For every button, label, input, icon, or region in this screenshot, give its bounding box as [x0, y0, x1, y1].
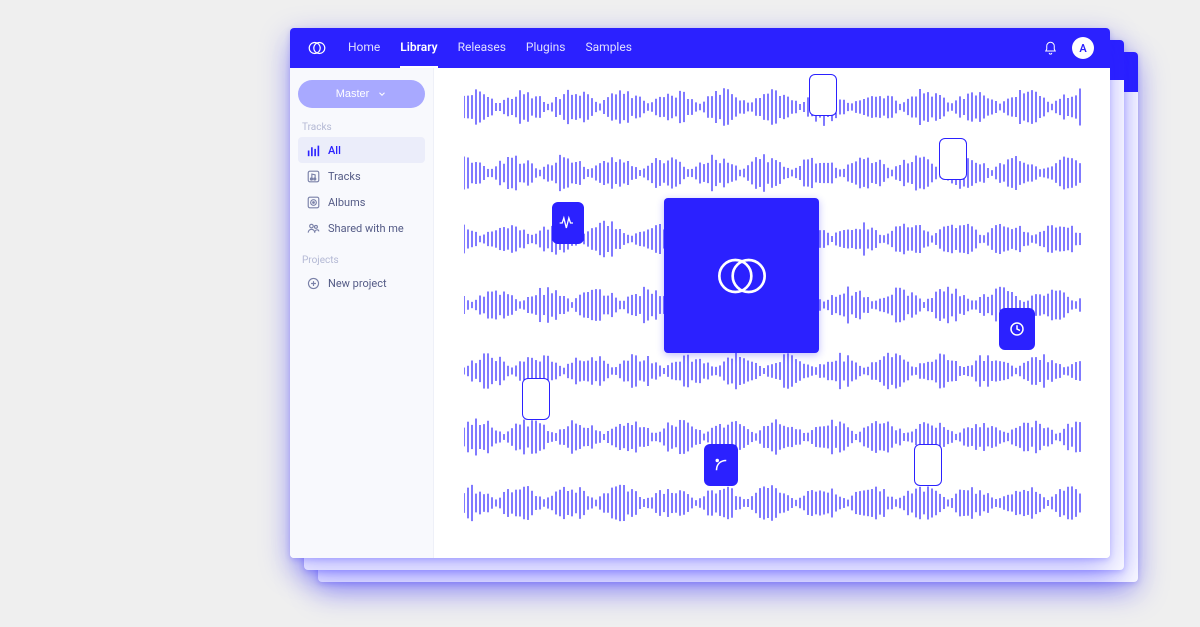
- overlap-circles-icon: [710, 244, 774, 308]
- waveform-row[interactable]: [464, 352, 1100, 390]
- marker-outline[interactable]: [809, 74, 837, 116]
- chevron-down-icon: [377, 89, 387, 99]
- sidebar-item-new-project[interactable]: New project: [298, 270, 425, 296]
- waveform-row[interactable]: [464, 88, 1100, 126]
- nav-plugins[interactable]: Plugins: [526, 40, 566, 56]
- marker-outline[interactable]: [914, 444, 942, 486]
- waveform-row[interactable]: [464, 418, 1100, 456]
- master-button-label: Master: [336, 88, 370, 100]
- curve-icon: [712, 456, 730, 474]
- nav-samples[interactable]: Samples: [586, 40, 632, 56]
- album-icon: [306, 195, 320, 209]
- waveform-row[interactable]: [464, 154, 1100, 192]
- sidebar-item-shared[interactable]: Shared with me: [298, 215, 425, 241]
- marker-outline[interactable]: [522, 378, 550, 420]
- sidebar-item-all[interactable]: All: [298, 137, 425, 163]
- marker-fill[interactable]: [552, 202, 584, 244]
- sidebar-item-albums[interactable]: Albums: [298, 189, 425, 215]
- notifications-icon[interactable]: [1042, 40, 1058, 56]
- sidebar-item-label: All: [328, 144, 341, 157]
- projects-section-label: Projects: [302, 255, 421, 266]
- sidebar-item-label: Shared with me: [328, 222, 404, 235]
- nav-releases[interactable]: Releases: [458, 40, 506, 56]
- nav-library[interactable]: Library: [400, 40, 437, 68]
- tracks-section-label: Tracks: [302, 122, 421, 133]
- sidebar-item-label: New project: [328, 277, 387, 290]
- sidebar: Master Tracks All Tracks: [290, 68, 434, 558]
- clock-icon: [1008, 320, 1026, 338]
- marker-outline[interactable]: [939, 138, 967, 180]
- main-content: [434, 68, 1110, 558]
- track-icon: [306, 169, 320, 183]
- logo-icon: [306, 37, 328, 59]
- avatar[interactable]: A: [1072, 37, 1094, 59]
- waveform-row[interactable]: [464, 484, 1100, 522]
- marker-fill[interactable]: [704, 444, 738, 486]
- sidebar-item-label: Tracks: [328, 170, 361, 183]
- main-window: Home Library Releases Plugins Samples A …: [290, 28, 1110, 558]
- bars-icon: [306, 143, 320, 157]
- top-nav: Home Library Releases Plugins Samples: [348, 40, 632, 56]
- sidebar-item-label: Albums: [328, 196, 365, 209]
- center-card[interactable]: [664, 198, 819, 353]
- pulse-icon: [558, 213, 578, 233]
- sidebar-item-tracks[interactable]: Tracks: [298, 163, 425, 189]
- master-button[interactable]: Master: [298, 80, 425, 108]
- app-header: Home Library Releases Plugins Samples A: [290, 28, 1110, 68]
- plus-circle-icon: [306, 276, 320, 290]
- people-icon: [306, 221, 320, 235]
- marker-fill[interactable]: [999, 308, 1035, 350]
- nav-home[interactable]: Home: [348, 40, 380, 56]
